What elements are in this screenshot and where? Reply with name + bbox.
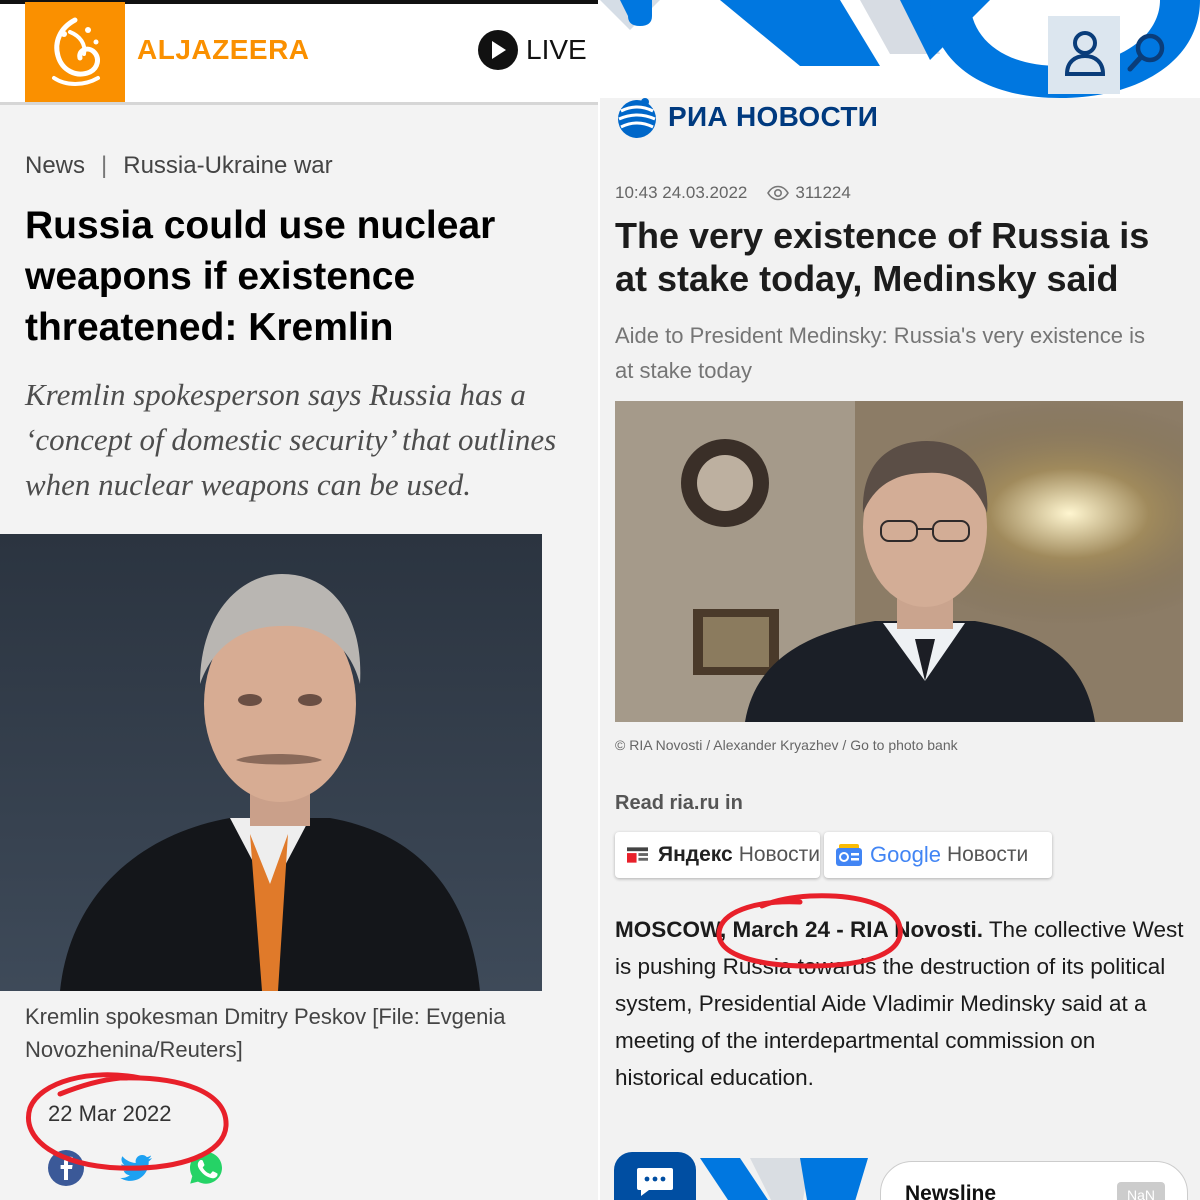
medinsky-photo [615, 401, 1183, 722]
article-dateline: MOSCOW, March 24 - RIA Novosti. [615, 917, 983, 942]
facebook-icon[interactable] [48, 1150, 84, 1186]
play-icon [478, 30, 518, 70]
google-news-button[interactable]: Google Новости [824, 832, 1052, 878]
article-meta: 10:43 24.03.2022 311224 [615, 183, 851, 203]
search-icon[interactable] [1125, 30, 1169, 74]
publish-timestamp: 10:43 24.03.2022 [615, 183, 748, 202]
article-body-text: The collective West is pushing Russia to… [615, 917, 1184, 1090]
yandex-label: Яндекс [658, 843, 733, 866]
newsline-label: Newsline [905, 1182, 997, 1200]
photo-caption: Kremlin spokesman Dmitry Peskov [File: E… [25, 1004, 506, 1062]
views-counter: 311224 [767, 183, 851, 203]
breadcrumb-topic[interactable]: Russia-Ukraine war [123, 152, 332, 179]
breadcrumb: News | Russia-Ukraine war [25, 152, 333, 179]
newsline-badge: NaN [1117, 1182, 1165, 1200]
whatsapp-icon[interactable] [188, 1150, 224, 1186]
eye-icon [767, 185, 790, 201]
google-news-icon [836, 844, 862, 866]
google-wordmark: Google [870, 842, 941, 868]
yandex-news-icon [627, 847, 648, 863]
aljazeera-wordmark[interactable]: ALJAZEERA [137, 34, 310, 66]
read-in-label: Read ria.ru in [615, 792, 743, 814]
newsline-widget[interactable]: Newsline NaN [880, 1161, 1188, 1200]
views-count: 311224 [795, 183, 851, 202]
article-subtitle: Kremlin spokesperson says Russia has a ‘… [25, 372, 598, 507]
twitter-icon[interactable] [118, 1150, 154, 1186]
yandex-suffix: Новости [738, 843, 820, 866]
ria-wordmark[interactable]: РИА НОВОСТИ [668, 101, 878, 133]
breadcrumb-section[interactable]: News [25, 152, 85, 179]
subtitle-line: ‘concept of domestic security’ that outl… [25, 422, 557, 457]
ria-globe-logo-icon[interactable] [615, 95, 659, 139]
chat-icon [637, 1168, 673, 1196]
article-body: MOSCOW, March 24 - RIA Novosti. The coll… [615, 911, 1185, 1096]
google-label: Google [870, 842, 941, 867]
ria-novosti-article-screenshot: РИА НОВОСТИ 10:43 24.03.2022 311224 The … [600, 0, 1200, 1200]
peskov-photo [0, 534, 542, 991]
live-label: LIVE [526, 34, 587, 65]
aljazeera-article-screenshot: ALJAZEERA LIVE News | Russia-Ukraine war R… [0, 0, 598, 1200]
subtitle-line: when nuclear weapons can be used. [25, 467, 471, 502]
user-icon[interactable] [1062, 28, 1108, 76]
bottom-decoration [700, 1158, 868, 1200]
article-title: The very existence of Russia is at stake… [615, 215, 1150, 299]
publish-date: 22 Mar 2022 [48, 1101, 172, 1126]
article-title: Russia could use nuclear weapons if exis… [25, 204, 496, 349]
aljazeera-header: ALJAZEERA LIVE [0, 0, 598, 105]
yandex-news-button[interactable]: Яндекс Новости [615, 832, 820, 878]
google-suffix: Новости [946, 843, 1029, 866]
photo-credit[interactable]: © RIA Novosti / Alexander Kryazhev / Go … [615, 737, 958, 753]
aljazeera-logo-icon[interactable] [25, 2, 125, 102]
chat-button[interactable] [614, 1152, 696, 1200]
subtitle-line: Kremlin spokesperson says Russia has a [25, 377, 526, 412]
live-button[interactable]: LIVE [478, 30, 587, 70]
article-subtitle: Aide to President Medinsky: Russia's ver… [615, 323, 1145, 383]
